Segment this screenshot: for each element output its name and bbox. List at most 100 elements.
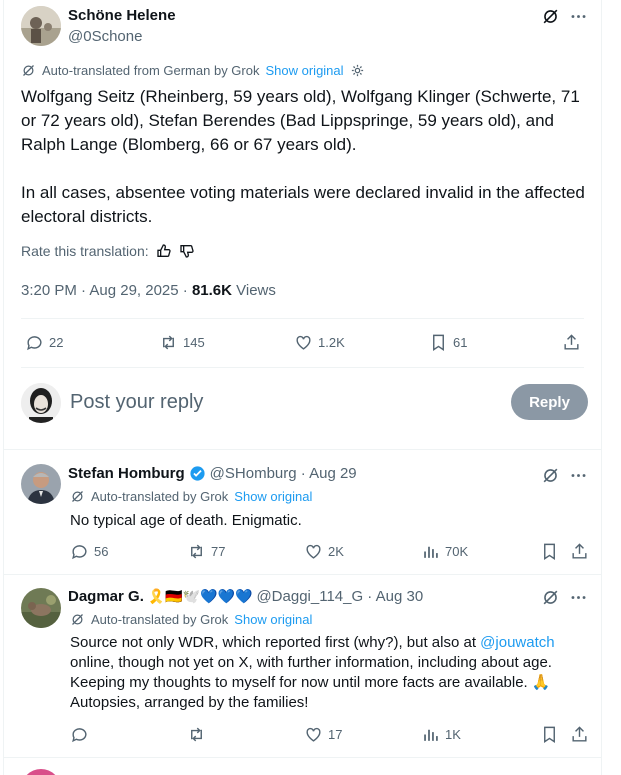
grok-icon[interactable] [541,466,560,485]
show-original-link[interactable]: Show original [265,63,343,78]
share-action[interactable] [570,542,589,561]
divider [4,449,601,450]
bookmark-icon [540,725,559,744]
translation-settings-icon[interactable] [350,63,365,78]
bookmark-count: 61 [453,335,468,350]
translation-notice: Auto-translated by Grok Show original [70,612,312,627]
share-action[interactable] [570,725,589,744]
reply-author-name[interactable]: Stefan Homburg [68,465,185,482]
grok-small-icon [70,612,85,627]
heart-icon [304,725,323,744]
divider [21,367,584,368]
reply-action[interactable]: 56 [70,542,108,561]
repost-icon [159,333,178,352]
reply-avatar[interactable] [21,769,61,775]
show-original-link[interactable]: Show original [234,612,312,627]
translation-notice: Auto-translated from German by Grok Show… [21,63,365,78]
views-count: 70K [445,544,469,559]
reply-icon [25,333,44,352]
translation-notice: Auto-translated by Grok Show original [70,489,312,504]
bookmark-action[interactable] [540,542,559,561]
repost-action[interactable] [187,725,211,744]
post-timestamp[interactable]: 3:20 PM · Aug 29, 2025 · [21,282,192,299]
divider [21,318,584,319]
views-action[interactable]: 1K [421,725,461,744]
like-count: 2K [328,544,344,559]
post-text: Wolfgang Seitz (Rheinberg, 59 years old)… [21,85,589,229]
translation-label: Auto-translated from German by Grok [42,63,260,78]
like-count: 17 [328,727,343,742]
mention-link[interactable]: @jouwatch [480,634,554,651]
author-name[interactable]: Schöne Helene [68,7,176,24]
analytics-icon [421,542,440,561]
views-count: 81.6K [191,282,232,299]
rate-translation-label: Rate this translation: [21,243,149,259]
reply-icon [70,542,89,561]
reply-text: Source not only WDR, which reported firs… [70,633,590,713]
like-action[interactable]: 1.2K [294,333,345,352]
reply-text-end: online, though not yet on X, with furthe… [70,654,552,711]
reply-icon [70,725,89,744]
post-paragraph-2: In all cases, absentee voting materials … [21,183,585,226]
bookmark-icon [429,333,448,352]
author-handle[interactable]: @0Schone [68,28,142,45]
repost-action[interactable]: 145 [159,333,205,352]
views-count: 1K [445,727,461,742]
thumbs-up-icon[interactable] [156,243,172,259]
reply-handle-time[interactable]: @Daggi_114_G · Aug 30 [256,588,423,605]
translation-label: Auto-translated by Grok [91,612,229,627]
reply-avatar[interactable] [21,464,61,504]
reply-text: No typical age of death. Enigmatic. [70,512,302,529]
repost-icon [187,542,206,561]
reply-header: Stefan Homburg @SHomburg · Aug 29 [68,465,357,482]
grok-icon[interactable] [541,7,560,26]
reply-action[interactable]: 22 [25,333,63,352]
heart-icon [294,333,313,352]
more-options-icon[interactable] [569,466,588,485]
repost-count: 145 [183,335,205,350]
like-count: 1.2K [318,335,345,350]
divider [4,757,601,758]
thumbs-down-icon[interactable] [179,243,195,259]
reply-avatar[interactable] [21,588,61,628]
bookmark-icon [540,542,559,561]
bookmark-action[interactable] [540,725,559,744]
repost-action[interactable]: 77 [187,542,225,561]
reply-action[interactable] [70,725,94,744]
views-label: Views [231,282,276,299]
rate-translation: Rate this translation: [21,243,195,259]
share-icon [570,725,589,744]
show-original-link[interactable]: Show original [234,489,312,504]
post-paragraph-1: Wolfgang Seitz (Rheinberg, 59 years old)… [21,87,580,154]
reply-count: 22 [49,335,64,350]
share-action[interactable] [562,333,581,352]
like-action[interactable]: 2K [304,542,344,561]
more-options-icon[interactable] [569,588,588,607]
heart-icon [304,542,323,561]
verified-badge-icon [189,465,206,482]
user-avatar [21,383,61,423]
reply-button[interactable]: Reply [511,384,588,420]
reply-composer-input[interactable]: Post your reply [70,391,490,414]
reply-author-name[interactable]: Dagmar G. [68,588,144,605]
bookmark-action[interactable]: 61 [429,333,467,352]
name-emojis: 🎗️🇩🇪🕊️💙💙💙 [147,588,253,604]
grok-small-icon [21,63,36,78]
repost-count: 77 [211,544,226,559]
views-action[interactable]: 70K [421,542,468,561]
divider [4,574,601,575]
reply-header: Dagmar G. 🎗️🇩🇪🕊️💙💙💙 @Daggi_114_G · Aug 3… [68,588,423,605]
translation-label: Auto-translated by Grok [91,489,229,504]
reply-text-start: Source not only WDR, which reported firs… [70,634,481,651]
post-timestamp-row: 3:20 PM · Aug 29, 2025 · 81.6K Views [21,282,276,299]
reply-count: 56 [94,544,109,559]
author-avatar[interactable] [21,6,61,46]
grok-icon[interactable] [541,588,560,607]
share-icon [570,542,589,561]
share-icon [562,333,581,352]
more-options-icon[interactable] [569,7,588,26]
reply-handle-time[interactable]: @SHomburg · Aug 29 [210,465,357,482]
analytics-icon [421,725,440,744]
repost-icon [187,725,206,744]
like-action[interactable]: 17 [304,725,342,744]
